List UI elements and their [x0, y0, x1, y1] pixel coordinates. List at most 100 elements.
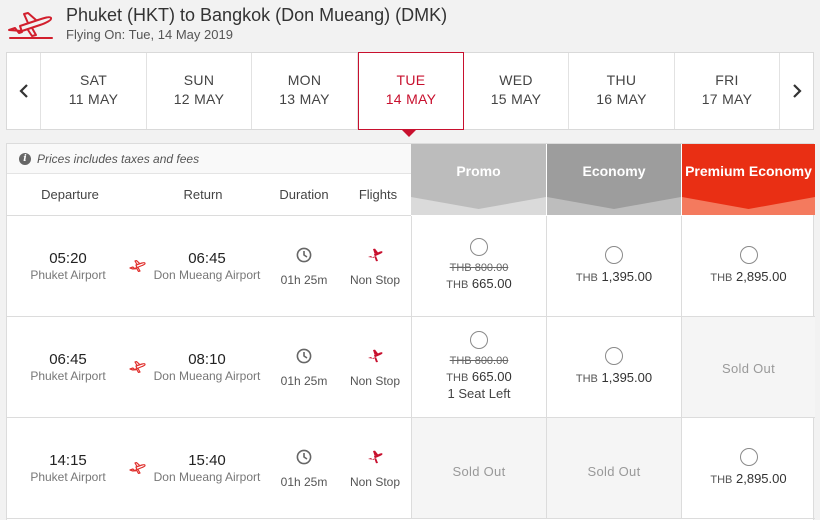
- flights-text: Non Stop: [349, 475, 401, 489]
- duration-text: 01h 25m: [280, 273, 328, 287]
- fare-radio[interactable]: [605, 347, 623, 365]
- seats-left: 1 Seat Left: [447, 386, 511, 401]
- day-of-week: SAT: [79, 72, 108, 88]
- departure-time: 06:45: [49, 351, 87, 368]
- departure-airport: Phuket Airport: [30, 470, 106, 484]
- fare-header-chevron: [411, 197, 546, 215]
- duration-text: 01h 25m: [280, 374, 328, 388]
- day-date: 14 MAY: [385, 91, 437, 107]
- return-cell: 15:40 Don Mueang Airport: [145, 418, 269, 518]
- departure-cell: 05:20 Phuket Airport: [7, 216, 129, 316]
- airplane-icon: [368, 248, 383, 262]
- airplane-icon: [368, 349, 383, 363]
- airplane-icon: [368, 450, 383, 464]
- column-header-departure: Departure: [41, 187, 99, 202]
- date-option-thu[interactable]: THU 16 MAY: [569, 53, 675, 129]
- amount: 2,895.00: [736, 471, 787, 486]
- duration-cell: 01h 25m: [263, 216, 345, 316]
- day-of-week: FRI: [715, 72, 739, 88]
- arrival-airport: Don Mueang Airport: [153, 470, 261, 484]
- clock-icon: [296, 348, 312, 364]
- fare-radio[interactable]: [605, 246, 623, 264]
- page-header: Phuket (HKT) to Bangkok (Don Mueang) (DM…: [0, 0, 820, 48]
- price-note-text: Prices includes taxes and fees: [37, 152, 200, 166]
- amount: 665.00: [471, 276, 512, 291]
- clock-icon: [296, 247, 312, 263]
- fare-cell-economy-sold-out: Sold Out: [546, 418, 681, 518]
- departure-time: 05:20: [49, 250, 87, 267]
- currency: THB: [575, 272, 598, 284]
- flight-row: 05:20 Phuket Airport 06:45 Don Mueang Ai…: [7, 216, 815, 317]
- fare-header-premium-economy: Premium Economy: [681, 144, 815, 215]
- selected-date-caret: [401, 129, 417, 137]
- flights-text: Non Stop: [349, 374, 401, 388]
- sold-out-label: Sold Out: [452, 464, 506, 479]
- fare-header-label: Promo: [456, 163, 501, 179]
- airplane-icon: [129, 462, 146, 474]
- day-date: 12 MAY: [173, 91, 225, 107]
- column-header-duration: Duration: [279, 187, 329, 202]
- currency: THB: [710, 272, 733, 284]
- amount: 1,395.00: [601, 370, 653, 385]
- day-of-week: SUN: [183, 72, 215, 88]
- arrival-time: 06:45: [188, 250, 226, 267]
- flight-row: 14:15 Phuket Airport 15:40 Don Mueang Ai…: [7, 418, 815, 519]
- column-header-return: Return: [183, 187, 223, 202]
- flights-cell: Non Stop: [343, 317, 407, 417]
- fare-price: THB 665.00: [412, 276, 546, 291]
- departure-time: 14:15: [49, 452, 87, 469]
- fare-radio[interactable]: [739, 448, 758, 466]
- arrival-airport: Don Mueang Airport: [153, 369, 261, 383]
- fare-price: THB 1,395.00: [547, 370, 681, 385]
- fare-cell-premium-economy[interactable]: THB 2,895.00: [681, 216, 815, 316]
- column-header-flights: Flights: [358, 187, 398, 202]
- day-of-week: THU: [606, 72, 637, 88]
- departure-cell: 14:15 Phuket Airport: [7, 418, 129, 518]
- fare-radio[interactable]: [470, 238, 488, 256]
- day-date: 16 MAY: [596, 91, 647, 107]
- chevron-left-icon: [18, 84, 28, 98]
- day-date: 11 MAY: [68, 91, 119, 107]
- duration-text: 01h 25m: [280, 475, 328, 489]
- fare-cell-promo[interactable]: THB 800.00 THB 665.00 1 Seat Left: [411, 317, 546, 417]
- day-of-week: TUE: [396, 72, 426, 88]
- fare-cell-economy[interactable]: THB 1,395.00: [546, 216, 681, 316]
- departure-airport: Phuket Airport: [30, 369, 106, 383]
- date-option-tue-selected[interactable]: TUE 14 MAY: [358, 52, 464, 130]
- return-cell: 08:10 Don Mueang Airport: [145, 317, 269, 417]
- date-option-sat[interactable]: SAT 11 MAY: [41, 53, 147, 129]
- fare-cell-premium-economy[interactable]: THB 2,895.00: [681, 418, 815, 518]
- currency: THB: [446, 372, 469, 384]
- clock-icon: [296, 449, 312, 465]
- sold-out-label: Sold Out: [587, 464, 641, 479]
- duration-cell: 01h 25m: [263, 317, 345, 417]
- flights-cell: Non Stop: [343, 216, 407, 316]
- day-of-week: WED: [499, 72, 533, 88]
- date-option-mon[interactable]: MON 13 MAY: [252, 53, 358, 129]
- fare-radio[interactable]: [470, 331, 488, 349]
- fare-cell-premium-economy-sold-out: Sold Out: [681, 317, 815, 417]
- fare-cell-economy[interactable]: THB 1,395.00: [546, 317, 681, 417]
- fare-header-chevron: [682, 197, 815, 215]
- date-option-fri[interactable]: FRI 17 MAY: [675, 53, 780, 129]
- fare-header-chevron: [547, 197, 681, 215]
- fare-price: THB 2,895.00: [682, 471, 815, 486]
- fare-radio[interactable]: [739, 246, 758, 264]
- day-date: 13 MAY: [279, 91, 330, 107]
- arrival-airport: Don Mueang Airport: [153, 268, 261, 282]
- fare-price: THB 2,895.00: [682, 269, 815, 284]
- date-option-wed[interactable]: WED 15 MAY: [464, 53, 569, 129]
- amount: 665.00: [471, 369, 512, 384]
- previous-dates-button[interactable]: [7, 53, 41, 129]
- flight-row: 06:45 Phuket Airport 08:10 Don Mueang Ai…: [7, 317, 815, 418]
- duration-cell: 01h 25m: [263, 418, 345, 518]
- flying-on-date: Flying On: Tue, 14 May 2019: [66, 27, 233, 42]
- date-option-sun[interactable]: SUN 12 MAY: [147, 53, 252, 129]
- sold-out-label: Sold Out: [722, 361, 775, 376]
- fare-cell-promo[interactable]: THB 800.00 THB 665.00: [411, 216, 546, 316]
- next-dates-button[interactable]: [779, 53, 813, 129]
- fare-header-promo: Promo: [411, 144, 546, 215]
- arrival-time: 08:10: [188, 351, 226, 368]
- fare-header-label: Premium Economy: [685, 163, 812, 179]
- currency: THB: [446, 279, 469, 291]
